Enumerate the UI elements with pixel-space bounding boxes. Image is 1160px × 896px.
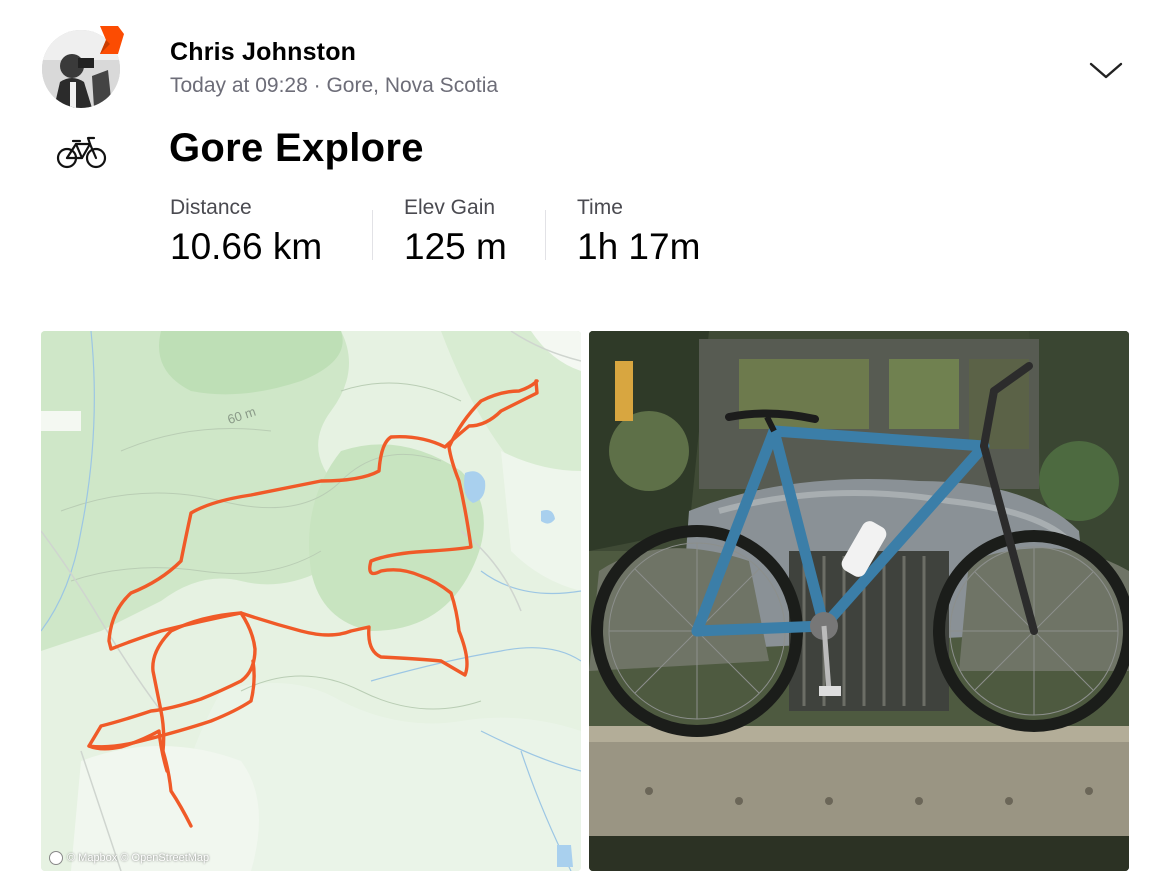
stat-label: Time: [577, 196, 623, 219]
athlete-name[interactable]: Chris Johnston: [170, 38, 356, 67]
stat-time: Time 1h 17m: [577, 196, 700, 268]
stat-value: 10.66 km: [170, 226, 323, 267]
stat-value: 1h 17m: [577, 226, 701, 267]
strava-badge-icon: [100, 26, 124, 54]
stat-divider: [545, 210, 546, 260]
activity-location: Gore, Nova Scotia: [326, 74, 499, 97]
stat-label: Distance: [170, 196, 252, 219]
stat-label: Elev Gain: [404, 196, 496, 219]
map-attribution: © Mapbox © OpenStreetMap: [49, 851, 209, 865]
activity-title[interactable]: Gore Explore: [169, 126, 424, 171]
chevron-down-icon[interactable]: [1088, 58, 1124, 82]
activity-meta: Today at 09:28 · Gore, Nova Scotia: [170, 74, 498, 98]
activity-photo[interactable]: [589, 331, 1129, 871]
attribution-text: © Mapbox © OpenStreetMap: [67, 852, 210, 864]
stat-distance: Distance 10.66 km: [170, 196, 322, 268]
activity-timestamp: Today at 09:28: [170, 74, 308, 97]
stat-divider: [372, 210, 373, 260]
stat-value: 125 m: [404, 226, 507, 267]
bike-icon: [56, 136, 107, 169]
route-map[interactable]: 60 m © Mapbox © OpenStreetMap: [41, 331, 581, 871]
mapbox-logo-icon: [49, 851, 63, 865]
truck-bike-photo: [589, 331, 1129, 871]
meta-separator: ·: [313, 74, 321, 97]
stat-elevation: Elev Gain 125 m: [404, 196, 507, 268]
